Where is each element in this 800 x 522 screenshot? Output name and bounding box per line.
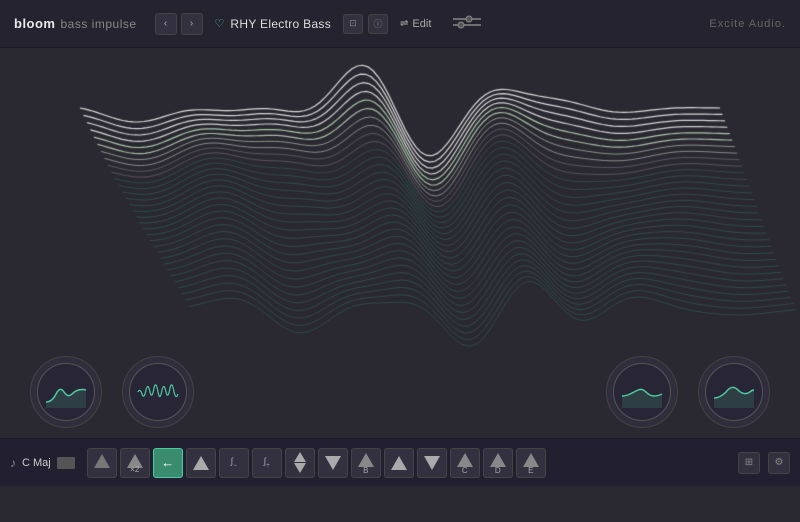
knob-right1-display xyxy=(613,363,671,421)
preset-action-icons: ⊡ ⓘ xyxy=(343,14,388,34)
knob-right-group xyxy=(606,356,770,428)
key-c-button[interactable]: C xyxy=(450,448,480,478)
edit-icon: ⇌ xyxy=(400,18,408,29)
excite-audio-logo: Excite Audio. xyxy=(709,18,786,30)
nav-prev-button[interactable]: ‹ xyxy=(155,13,177,35)
tri-down-button[interactable] xyxy=(318,448,348,478)
key-value: C Maj xyxy=(22,457,51,469)
key-b-button[interactable]: B xyxy=(351,448,381,478)
knob-right2-display xyxy=(705,363,763,421)
logo-bloom: bloom xyxy=(14,16,56,31)
heart-icon[interactable]: ♡ xyxy=(215,17,225,30)
tri-up-button[interactable] xyxy=(186,448,216,478)
bottom-bar: ♪ C Maj /2 ×2 ← ∫− ∫+ xyxy=(0,438,800,486)
bottom-right-actions: ⊞ ⚙ xyxy=(738,452,790,474)
nav-next-button[interactable]: › xyxy=(181,13,203,35)
note-icon: ♪ xyxy=(10,456,16,470)
piano-keyboard-icon[interactable] xyxy=(57,457,75,469)
tri-both-button[interactable] xyxy=(285,448,315,478)
integral-neg-button[interactable]: ∫− xyxy=(219,448,249,478)
mul2-button[interactable]: ×2 xyxy=(120,448,150,478)
settings-button[interactable]: ⚙ xyxy=(768,452,790,474)
key-info: ♪ C Maj xyxy=(10,456,75,470)
knob-filter[interactable] xyxy=(30,356,102,428)
grid-view-button[interactable]: ⊞ xyxy=(738,452,760,474)
div2-button[interactable]: /2 xyxy=(87,448,117,478)
edit-label: Edit xyxy=(412,18,431,30)
knob-right2[interactable] xyxy=(698,356,770,428)
key-e-button[interactable]: E xyxy=(516,448,546,478)
edit-button[interactable]: ⇌ Edit xyxy=(400,18,431,30)
header-bar: bloom bass impulse ‹ › ♡ RHY Electro Bas… xyxy=(0,0,800,48)
key-d-button[interactable]: D xyxy=(483,448,513,478)
save-preset-button[interactable]: ⊡ xyxy=(343,14,363,34)
main-visualization xyxy=(0,48,800,438)
integral-pos-button[interactable]: ∫+ xyxy=(252,448,282,478)
tri-down2-button[interactable] xyxy=(417,448,447,478)
knob-left-group xyxy=(30,356,194,428)
knob-row xyxy=(0,356,800,428)
transform-buttons: /2 ×2 ← ∫− ∫+ xyxy=(87,448,546,478)
preset-name: RHY Electro Bass xyxy=(230,17,331,31)
mixer-icon[interactable] xyxy=(451,14,491,33)
knob-right1[interactable] xyxy=(606,356,678,428)
preset-area: ♡ RHY Electro Bass ⊡ ⓘ xyxy=(215,14,389,34)
tri-up2-button[interactable] xyxy=(384,448,414,478)
knob-filter-display xyxy=(37,363,95,421)
nav-arrows: ‹ › xyxy=(155,13,203,35)
logo-sub: bass impulse xyxy=(61,17,137,31)
arrow-left-button[interactable]: ← xyxy=(153,448,183,478)
knob-mid[interactable] xyxy=(122,356,194,428)
knob-mid-display xyxy=(129,363,187,421)
info-button[interactable]: ⓘ xyxy=(368,14,388,34)
